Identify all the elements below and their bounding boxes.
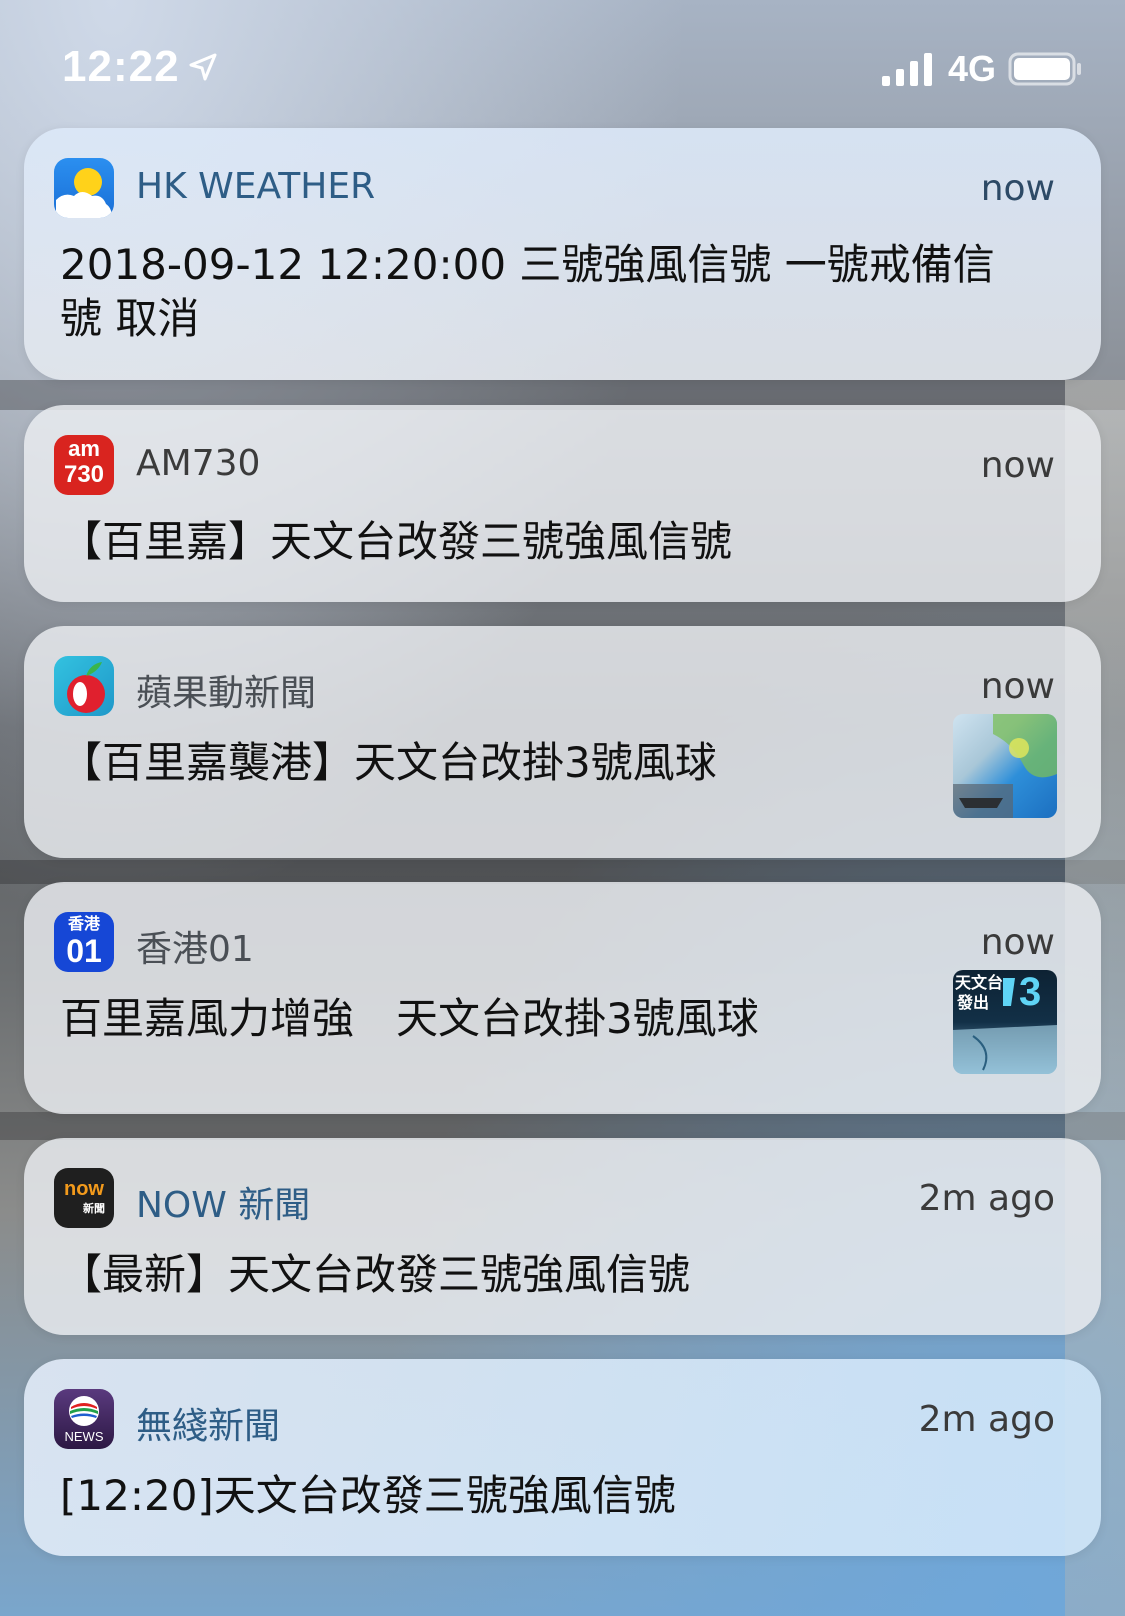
notification-body: 2018-09-12 12:20:00 三號強風信號 一號戒備信號 取消 bbox=[60, 240, 995, 343]
tvb-news-app-icon: NEWS bbox=[54, 1389, 114, 1449]
am730-icon-text-top: am bbox=[68, 436, 100, 461]
network-type-label: 4G bbox=[948, 48, 997, 89]
notification-body: [12:20]天文台改發三號強風信號 bbox=[60, 1471, 676, 1520]
hk01-app-icon: 香港 01 bbox=[54, 912, 114, 972]
background-band-mid bbox=[0, 860, 1125, 884]
notification-body: 【百里嘉襲港】天文台改掛3號風球 bbox=[60, 738, 717, 787]
observatory-signal-thumbnail: 天文台 發出 3 bbox=[953, 970, 1057, 1074]
status-bar: 12:22 4G bbox=[0, 0, 1125, 128]
apple-news-app-icon bbox=[54, 656, 114, 716]
background-band-low bbox=[0, 1112, 1125, 1140]
app-name: AM730 bbox=[136, 443, 261, 484]
am730-icon-text-bottom: 730 bbox=[63, 461, 105, 488]
tvb-icon-text: NEWS bbox=[64, 1429, 104, 1444]
app-name: HK WEATHER bbox=[136, 166, 376, 207]
notification-time: now bbox=[980, 666, 1055, 707]
app-name: 香港01 bbox=[136, 929, 254, 970]
now-icon-text-bottom: 新聞 bbox=[83, 1202, 105, 1215]
cellular-signal-icon bbox=[882, 53, 932, 86]
location-arrow-icon bbox=[189, 53, 217, 81]
battery-icon bbox=[1008, 52, 1081, 86]
notification-now-news[interactable]: now 新聞 NOW 新聞 2m ago 【最新】天文台改發三號強風信號 bbox=[24, 1138, 1101, 1335]
app-name: NOW 新聞 bbox=[136, 1185, 311, 1226]
hk-weather-app-icon bbox=[54, 158, 114, 218]
notification-time: 2m ago bbox=[918, 1178, 1055, 1219]
notification-time: now bbox=[980, 168, 1055, 209]
now-icon-text-top: now bbox=[64, 1178, 104, 1200]
notification-am730[interactable]: am 730 AM730 now 【百里嘉】天文台改發三號強風信號 bbox=[24, 405, 1101, 602]
notification-body: 【百里嘉】天文台改發三號強風信號 bbox=[60, 517, 733, 566]
app-name: 蘋果動新聞 bbox=[136, 673, 317, 714]
now-news-app-icon: now 新聞 bbox=[54, 1168, 114, 1228]
notification-hk-weather[interactable]: HK WEATHER now 2018-09-12 12:20:00 三號強風信… bbox=[24, 128, 1101, 380]
am730-app-icon: am 730 bbox=[54, 435, 114, 495]
status-time: 12:22 bbox=[62, 42, 180, 91]
app-name: 無綫新聞 bbox=[136, 1406, 281, 1447]
notification-time: now bbox=[980, 922, 1055, 963]
typhoon-map-thumbnail bbox=[953, 714, 1057, 818]
hk01-icon-text-top: 香港 bbox=[67, 914, 100, 933]
hk01-icon-text-bottom: 01 bbox=[66, 933, 102, 969]
notification-body: 【最新】天文台改發三號強風信號 bbox=[60, 1250, 691, 1299]
notification-tvb-news[interactable]: NEWS 無綫新聞 2m ago [12:20]天文台改發三號強風信號 bbox=[24, 1359, 1101, 1556]
notification-apple-daily[interactable]: 蘋果動新聞 now 【百里嘉襲港】天文台改掛3號風球 bbox=[24, 626, 1101, 858]
notification-time: 2m ago bbox=[918, 1399, 1055, 1440]
notification-time: now bbox=[980, 445, 1055, 486]
notification-body: 百里嘉風力增強 天文台改掛3號風球 bbox=[60, 994, 759, 1043]
notification-hk01[interactable]: 香港 01 香港01 now 百里嘉風力增強 天文台改掛3號風球 天文台 發出 … bbox=[24, 882, 1101, 1114]
